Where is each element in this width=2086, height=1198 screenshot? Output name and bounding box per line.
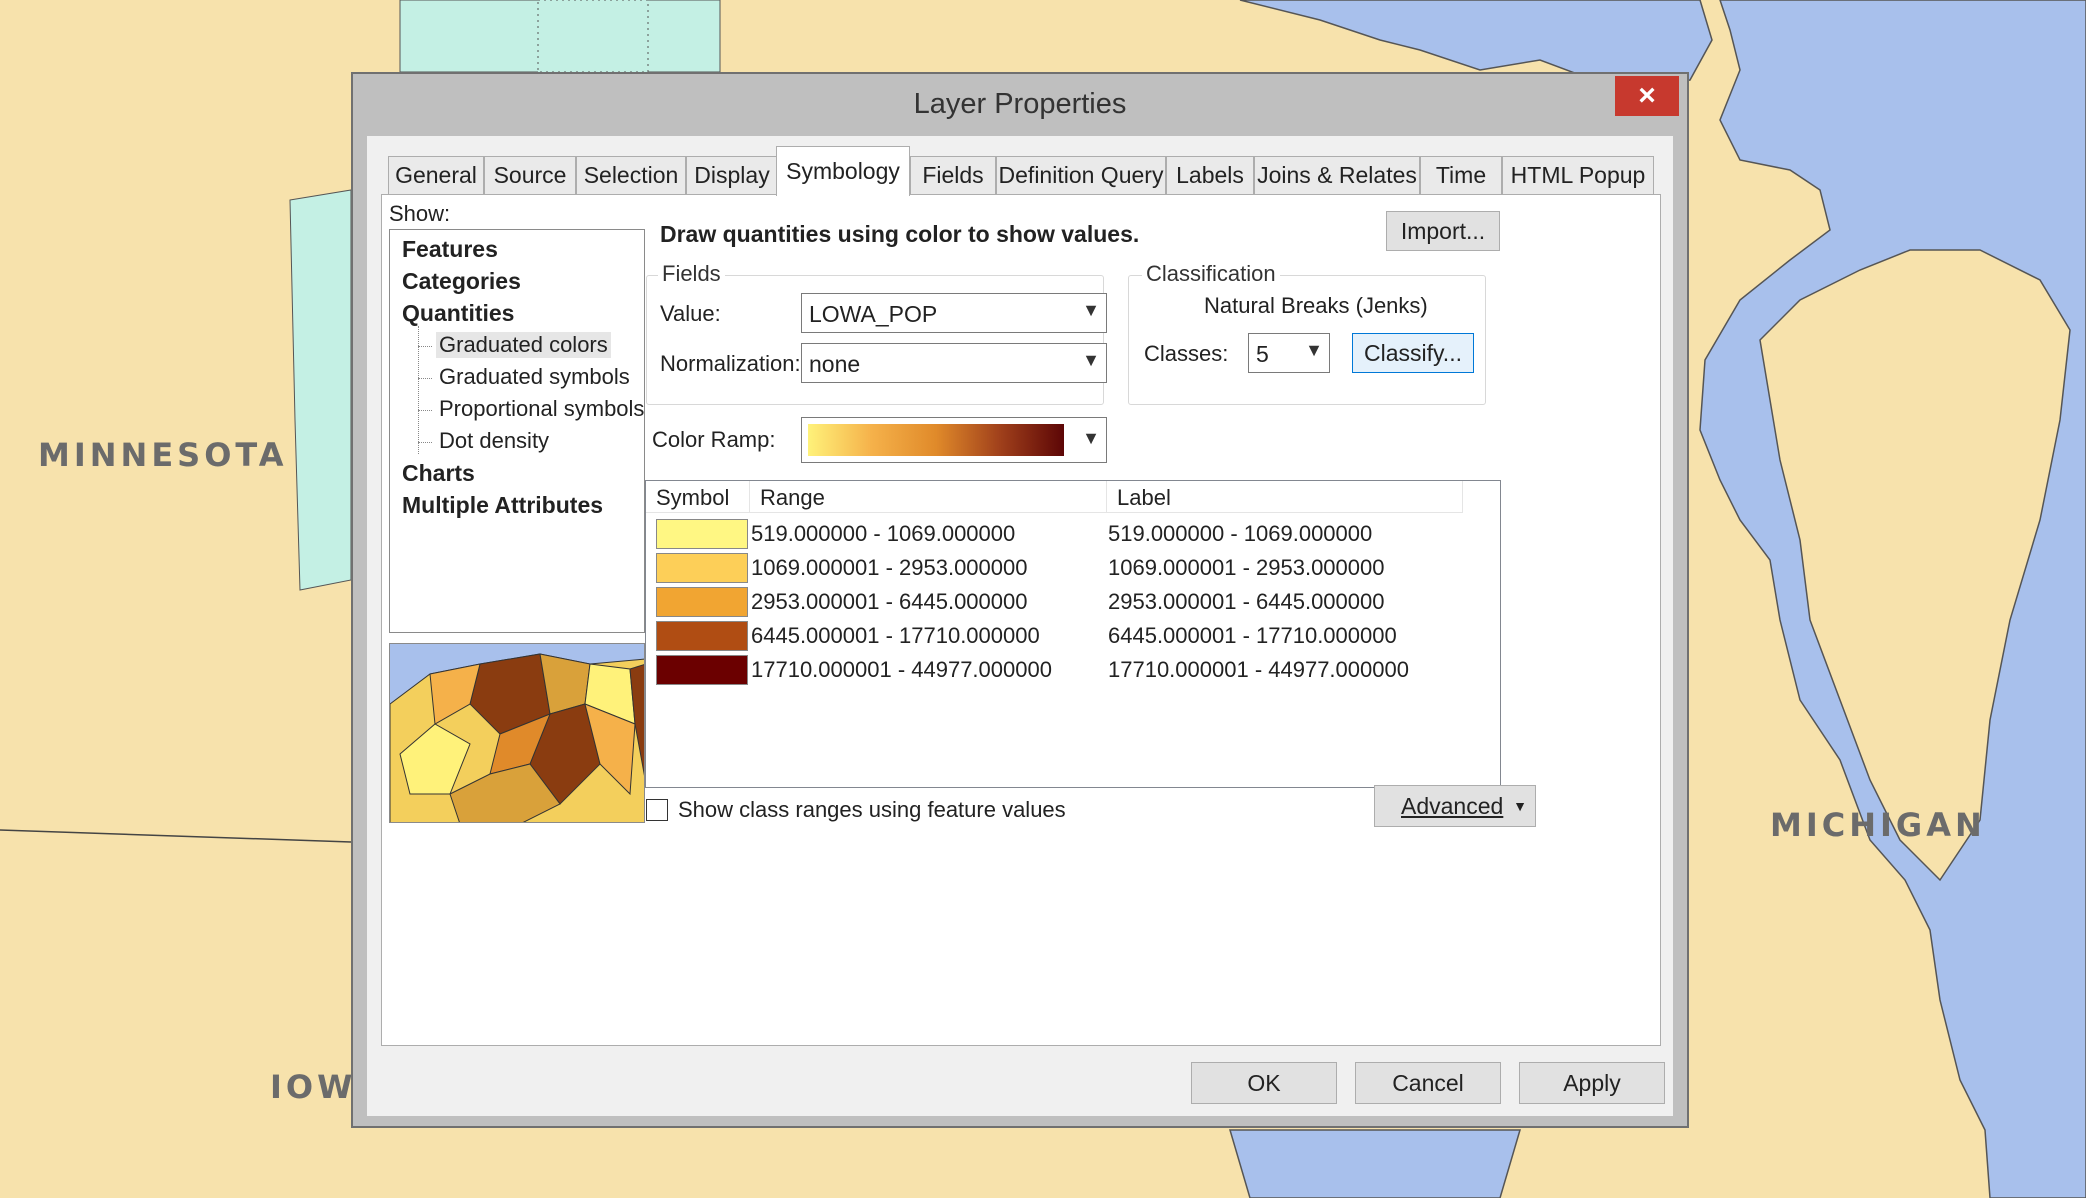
chevron-down-icon: ▼ (1305, 340, 1323, 360)
color-ramp-dropdown[interactable]: ▼ (801, 417, 1107, 463)
table-row[interactable]: 1069.000001 - 2953.000000 1069.000001 - 2… (646, 553, 1500, 587)
teal-region-west (289, 189, 352, 591)
table-row[interactable]: 519.000000 - 1069.000000 519.000000 - 106… (646, 519, 1500, 553)
tree-item-features[interactable]: Features (402, 236, 498, 263)
title-bar[interactable]: Layer Properties × (353, 74, 1687, 134)
advanced-label: Advanced (1401, 792, 1504, 819)
symbol-column-header[interactable]: Symbol (646, 481, 750, 513)
tree-item-proportional-symbols[interactable]: Proportional symbols (439, 396, 644, 422)
class-symbol-swatch[interactable] (656, 519, 748, 549)
class-range[interactable]: 17710.000001 - 44977.000000 (751, 657, 1052, 683)
show-tree: Features Categories Quantities Graduated… (389, 229, 645, 633)
tree-item-quantities[interactable]: Quantities (402, 300, 514, 327)
table-row[interactable]: 2953.000001 - 6445.000000 2953.000001 - 6… (646, 587, 1500, 621)
value-dropdown[interactable]: LOWA_POP ▼ (801, 293, 1107, 333)
class-symbol-swatch[interactable] (656, 655, 748, 685)
color-ramp-swatch (808, 424, 1064, 456)
ok-button[interactable]: OK (1191, 1062, 1337, 1104)
tab-time[interactable]: Time (1420, 156, 1502, 194)
class-label[interactable]: 519.000000 - 1069.000000 (1108, 521, 1372, 547)
tab-html-popup[interactable]: HTML Popup (1502, 156, 1654, 194)
class-label[interactable]: 6445.000001 - 17710.000000 (1108, 623, 1397, 649)
class-label[interactable]: 2953.000001 - 6445.000000 (1108, 589, 1384, 615)
color-ramp-label: Color Ramp: (652, 427, 776, 452)
class-symbol-swatch[interactable] (656, 621, 748, 651)
table-row[interactable]: 17710.000001 - 44977.000000 17710.000001 … (646, 655, 1500, 689)
normalization-label: Normalization: (660, 351, 801, 376)
class-range[interactable]: 2953.000001 - 6445.000000 (751, 589, 1027, 615)
show-label: Show: (389, 201, 451, 226)
show-ranges-checkbox[interactable] (646, 799, 668, 821)
class-grid[interactable]: Symbol Range Label 519.000000 - 1069.000… (645, 480, 1501, 788)
classes-dropdown-value: 5 (1256, 341, 1269, 367)
normalization-dropdown-value: none (809, 351, 861, 377)
tree-item-graduated-colors[interactable]: Graduated colors (436, 332, 611, 358)
close-icon: × (1638, 79, 1656, 112)
class-label[interactable]: 1069.000001 - 2953.000000 (1108, 555, 1384, 581)
class-range[interactable]: 1069.000001 - 2953.000000 (751, 555, 1027, 581)
import-button[interactable]: Import... (1386, 211, 1500, 251)
chevron-down-icon: ▼ (1513, 798, 1527, 814)
description-text: Draw quantities using color to show valu… (660, 221, 1140, 247)
class-symbol-swatch[interactable] (656, 553, 748, 583)
classification-method: Natural Breaks (Jenks) (1204, 293, 1428, 318)
tab-definition-query[interactable]: Definition Query (996, 156, 1166, 194)
classes-label: Classes: (1144, 341, 1229, 366)
bottom-water (1228, 1129, 1522, 1198)
normalization-dropdown[interactable]: none ▼ (801, 343, 1107, 383)
tab-display[interactable]: Display (686, 156, 778, 194)
class-symbol-swatch[interactable] (656, 587, 748, 617)
tab-labels[interactable]: Labels (1166, 156, 1254, 194)
tab-source[interactable]: Source (484, 156, 576, 194)
chevron-down-icon: ▼ (1082, 350, 1100, 370)
tree-item-graduated-symbols[interactable]: Graduated symbols (439, 364, 630, 390)
apply-button[interactable]: Apply (1519, 1062, 1665, 1104)
class-label[interactable]: 17710.000001 - 44977.000000 (1108, 657, 1409, 683)
michigan-label: MICHIGAN (1770, 806, 1986, 844)
tree-item-multiple-attributes[interactable]: Multiple Attributes (402, 492, 603, 519)
chevron-down-icon: ▼ (1082, 300, 1100, 320)
tab-fields[interactable]: Fields (910, 156, 996, 194)
fields-group-label: Fields (658, 261, 725, 287)
value-label: Value: (660, 301, 721, 326)
table-row[interactable]: 6445.000001 - 17710.000000 6445.000001 - … (646, 621, 1500, 655)
tree-item-charts[interactable]: Charts (402, 460, 475, 487)
chevron-down-icon: ▼ (1082, 428, 1100, 448)
symbology-preview-image (389, 643, 645, 823)
value-dropdown-value: LOWA_POP (809, 301, 938, 327)
tab-joins-relates[interactable]: Joins & Relates (1254, 156, 1420, 194)
tab-general[interactable]: General (388, 156, 484, 194)
tab-symbology[interactable]: Symbology (776, 146, 910, 196)
label-column-header[interactable]: Label (1107, 481, 1463, 513)
tree-item-dot-density[interactable]: Dot density (439, 428, 549, 454)
cancel-button[interactable]: Cancel (1355, 1062, 1501, 1104)
dotted-county (537, 0, 649, 73)
symbology-panel: Show: Features Categories Quantities Gra… (381, 194, 1661, 1046)
tab-selection[interactable]: Selection (576, 156, 686, 194)
advanced-button[interactable]: Advanced ▼ (1374, 785, 1536, 827)
range-column-header[interactable]: Range (750, 481, 1107, 513)
classification-group-label: Classification (1142, 261, 1280, 287)
dialog-client-area: General Source Selection Display Symbolo… (367, 136, 1673, 1116)
tree-item-categories[interactable]: Categories (402, 268, 521, 295)
class-range[interactable]: 519.000000 - 1069.000000 (751, 521, 1015, 547)
minnesota-label: MINNESOTA (38, 436, 288, 474)
layer-properties-dialog: Layer Properties × General Source Select… (351, 72, 1689, 1128)
show-ranges-label: Show class ranges using feature values (678, 797, 1066, 822)
classes-dropdown[interactable]: 5 ▼ (1248, 333, 1330, 373)
classify-button[interactable]: Classify... (1352, 333, 1474, 373)
dialog-title: Layer Properties (913, 88, 1127, 120)
close-button[interactable]: × (1615, 76, 1679, 116)
class-range[interactable]: 6445.000001 - 17710.000000 (751, 623, 1040, 649)
